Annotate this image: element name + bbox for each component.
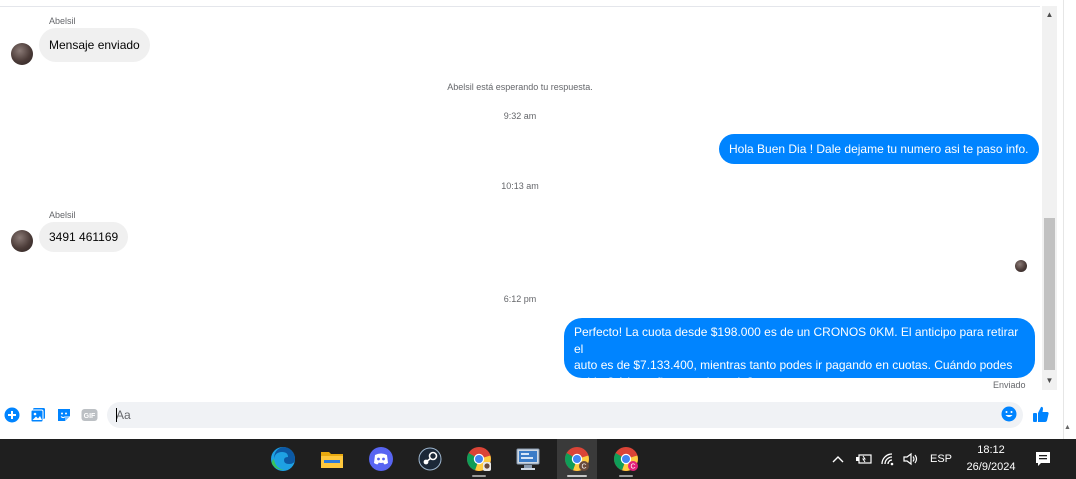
- text-caret: [116, 408, 117, 422]
- svg-text:C: C: [581, 464, 586, 471]
- scroll-down-icon[interactable]: ▼: [1042, 374, 1057, 388]
- chat-thread: Abelsil Mensaje enviado Abelsil está esp…: [0, 0, 1042, 396]
- message-input[interactable]: [116, 406, 996, 424]
- scrollbar-thumb[interactable]: [1044, 218, 1055, 370]
- message-line: auto es de $7.133.400, mientras tanto po…: [574, 358, 1013, 372]
- clock-time: 18:12: [977, 444, 1005, 456]
- notifications-icon[interactable]: [1035, 439, 1051, 479]
- page-scroll-up-icon[interactable]: ▲: [1064, 424, 1071, 431]
- taskbar-app-chrome-profile[interactable]: C: [606, 439, 646, 479]
- volume-icon[interactable]: [902, 439, 920, 479]
- timestamp: 6:12 pm: [503, 294, 537, 304]
- timestamp: 9:32 am: [503, 111, 537, 121]
- message-line: hablar? A la mañana o a la tarde?: [574, 374, 754, 389]
- screen: Abelsil Mensaje enviado Abelsil está esp…: [0, 0, 1076, 479]
- message-line: Perfecto! La cuota desde $198.000 es de …: [574, 325, 1019, 356]
- sticker-icon[interactable]: [56, 407, 72, 423]
- discord-icon: [369, 447, 393, 471]
- taskbar-app-file-explorer[interactable]: [312, 439, 352, 479]
- tray-overflow-icon[interactable]: [831, 439, 845, 479]
- message-bubble-outgoing[interactable]: Perfecto! La cuota desde $198.000 es de …: [564, 318, 1035, 389]
- svg-text:C: C: [630, 464, 635, 471]
- wifi-icon[interactable]: [880, 439, 896, 479]
- message-bubble-incoming[interactable]: 3491 461169: [39, 222, 129, 252]
- scroll-up-icon[interactable]: ▲: [1042, 8, 1057, 22]
- read-receipt-avatar: [1015, 260, 1027, 272]
- taskbar-app-control-panel[interactable]: [508, 439, 548, 479]
- delivery-status: Enviado: [993, 380, 1026, 390]
- waiting-notice: Abelsil está esperando tu respuesta.: [447, 82, 593, 92]
- control-panel-icon: [516, 448, 540, 470]
- taskbar-app-discord[interactable]: [361, 439, 401, 479]
- steam-icon: [418, 447, 442, 471]
- thumbs-up-icon[interactable]: [1032, 405, 1050, 423]
- plus-circle-icon[interactable]: [4, 407, 20, 423]
- window-edge-divider: [1063, 0, 1064, 440]
- avatar[interactable]: [11, 230, 33, 252]
- timestamp: 10:13 am: [501, 181, 539, 191]
- chrome-icon: [467, 447, 491, 471]
- message-bubble-incoming[interactable]: Mensaje enviado: [39, 28, 150, 62]
- taskbar-app-chrome[interactable]: [459, 439, 499, 479]
- header-divider: [0, 6, 1040, 7]
- clock[interactable]: 18:12 26/9/2024: [958, 442, 1024, 476]
- window-edge: [1057, 0, 1076, 440]
- taskbar-app-chrome-profile[interactable]: C: [557, 439, 597, 479]
- language-indicator[interactable]: ESP: [930, 439, 952, 479]
- battery-plug-icon[interactable]: [855, 439, 873, 479]
- emoji-icon[interactable]: [1001, 406, 1017, 422]
- image-gallery-icon[interactable]: [30, 407, 46, 423]
- taskbar-app-steam[interactable]: [410, 439, 450, 479]
- sender-name: Abelsil: [49, 16, 76, 26]
- file-explorer-icon: [321, 452, 343, 468]
- taskbar-app-edge[interactable]: [263, 439, 303, 479]
- avatar[interactable]: [11, 43, 33, 65]
- message-bubble-outgoing[interactable]: Hola Buen Dia ! Dale dejame tu numero as…: [719, 134, 1039, 164]
- gif-icon[interactable]: GIF: [81, 407, 98, 423]
- svg-text:GIF: GIF: [84, 413, 96, 420]
- sender-name: Abelsil: [49, 210, 76, 220]
- windows-taskbar: C C ESP 18:12 26/9/2024: [0, 439, 1076, 479]
- message-composer: GIF: [0, 400, 1057, 430]
- chrome-profile-icon: C: [614, 447, 638, 471]
- chrome-profile-icon: C: [565, 447, 589, 471]
- edge-icon: [271, 447, 295, 471]
- clock-date: 26/9/2024: [966, 461, 1016, 473]
- message-input-box[interactable]: [107, 402, 1023, 428]
